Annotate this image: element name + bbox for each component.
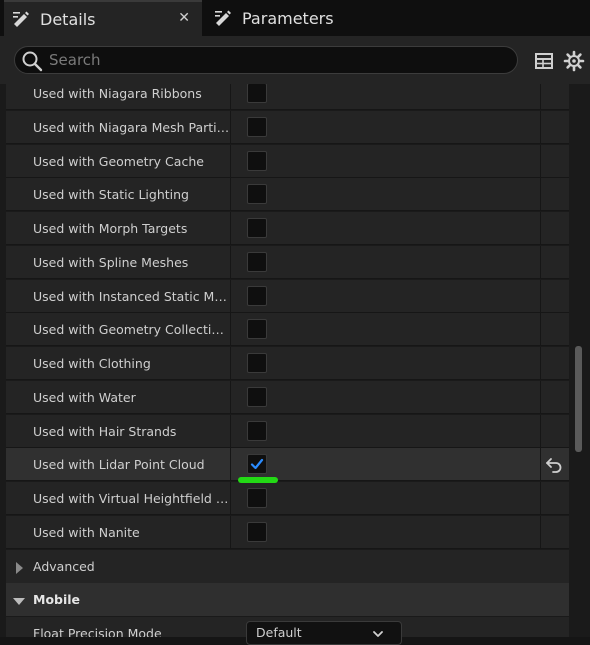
column-divider xyxy=(540,84,541,109)
column-divider xyxy=(540,246,541,278)
property-label: Used with Hair Strands xyxy=(33,424,177,439)
scrollbar-thumb[interactable] xyxy=(575,346,582,452)
property-label: Used with Nanite xyxy=(33,525,140,540)
property-checkbox[interactable] xyxy=(247,252,267,272)
column-divider xyxy=(540,415,541,447)
column-divider xyxy=(230,178,231,210)
property-row: Used with Geometry Cache xyxy=(6,145,569,178)
tab-bar: Details ✕ Parameters xyxy=(0,0,590,36)
property-label: Used with Clothing xyxy=(33,356,151,371)
property-label: Used with Geometry Cache xyxy=(33,154,204,169)
section-advanced-label: Advanced xyxy=(33,559,95,574)
property-row: Used with Virtual Heightfield Mesh xyxy=(6,482,569,515)
property-label: Used with Niagara Mesh Particles xyxy=(33,120,231,135)
column-divider xyxy=(230,347,231,379)
column-divider xyxy=(230,84,231,109)
pencil-icon xyxy=(10,8,32,30)
tab-details[interactable]: Details ✕ xyxy=(4,0,202,36)
column-divider xyxy=(230,482,231,514)
property-checkbox[interactable] xyxy=(247,319,267,339)
property-label: Used with Instanced Static Mes... xyxy=(33,289,231,304)
section-mobile[interactable]: Mobile xyxy=(6,583,569,616)
property-row: Used with Spline Meshes xyxy=(6,246,569,279)
column-divider xyxy=(540,178,541,210)
column-divider xyxy=(540,313,541,345)
property-label: Used with Static Lighting xyxy=(33,187,189,202)
property-checkbox[interactable] xyxy=(247,84,267,103)
search-icon xyxy=(21,50,43,72)
column-divider xyxy=(230,313,231,345)
property-row: Used with Instanced Static Mes... xyxy=(6,280,569,313)
property-label: Used with Niagara Ribbons xyxy=(33,86,202,101)
property-label: Used with Morph Targets xyxy=(33,221,188,236)
highlight-underline-marker xyxy=(238,477,278,483)
column-divider xyxy=(540,448,541,480)
property-checkbox[interactable] xyxy=(247,286,267,306)
float-precision-dropdown[interactable]: Default xyxy=(246,621,402,645)
property-label: Float Precision Mode xyxy=(33,626,162,637)
property-row: Used with Static Lighting xyxy=(6,178,569,211)
gear-icon[interactable] xyxy=(563,50,585,72)
column-divider xyxy=(540,212,541,244)
property-checkbox[interactable] xyxy=(247,151,267,171)
table-view-icon[interactable] xyxy=(534,51,554,71)
column-divider xyxy=(540,145,541,177)
column-divider xyxy=(230,111,231,143)
column-divider xyxy=(230,246,231,278)
chevron-down-icon xyxy=(373,631,383,637)
property-label: Used with Spline Meshes xyxy=(33,255,189,270)
column-divider xyxy=(230,212,231,244)
pencil-icon xyxy=(212,7,234,29)
property-row: Used with Hair Strands xyxy=(6,415,569,448)
property-row: Used with Geometry Collections xyxy=(6,313,569,346)
dropdown-value: Default xyxy=(256,625,302,640)
reset-arrow-icon[interactable] xyxy=(545,455,563,473)
property-row-selected: Used with Lidar Point Cloud xyxy=(6,448,569,481)
property-checkbox[interactable] xyxy=(247,218,267,238)
section-advanced[interactable]: Advanced xyxy=(6,550,569,583)
column-divider xyxy=(540,482,541,514)
column-divider xyxy=(540,280,541,312)
column-divider xyxy=(540,381,541,413)
property-row: Used with Niagara Mesh Particles xyxy=(6,111,569,144)
property-row: Used with Clothing xyxy=(6,347,569,380)
expand-arrow-icon xyxy=(12,560,26,574)
property-checkbox-checked[interactable] xyxy=(247,454,267,474)
search-row xyxy=(0,36,590,84)
tab-parameters[interactable]: Parameters xyxy=(206,0,406,36)
property-row: Used with Niagara Ribbons xyxy=(6,84,569,110)
column-divider xyxy=(540,111,541,143)
column-divider xyxy=(540,347,541,379)
property-checkbox[interactable] xyxy=(247,387,267,407)
property-checkbox[interactable] xyxy=(247,421,267,441)
collapse-arrow-icon xyxy=(12,593,26,607)
details-panel: Used with Niagara Ribbons Used with Niag… xyxy=(0,84,590,637)
checkmark-icon xyxy=(250,458,264,470)
property-checkbox[interactable] xyxy=(247,522,267,542)
property-checkbox[interactable] xyxy=(247,184,267,204)
property-row: Used with Morph Targets xyxy=(6,212,569,245)
column-divider xyxy=(230,516,231,548)
tab-details-label: Details xyxy=(40,9,96,29)
column-divider xyxy=(230,448,231,480)
tab-parameters-label: Parameters xyxy=(242,8,334,28)
property-row: Used with Water xyxy=(6,381,569,414)
property-label: Used with Lidar Point Cloud xyxy=(33,457,205,472)
column-divider xyxy=(230,415,231,447)
column-divider xyxy=(540,516,541,548)
property-checkbox[interactable] xyxy=(247,117,267,137)
column-divider xyxy=(230,145,231,177)
property-checkbox[interactable] xyxy=(247,488,267,508)
property-label: Used with Water xyxy=(33,390,136,405)
search-box[interactable] xyxy=(14,46,518,74)
column-divider xyxy=(230,381,231,413)
property-label: Used with Virtual Heightfield Mesh xyxy=(33,491,231,506)
property-row: Used with Nanite xyxy=(6,516,569,549)
close-icon[interactable]: ✕ xyxy=(178,10,190,26)
search-input[interactable] xyxy=(49,49,489,71)
property-checkbox[interactable] xyxy=(247,353,267,373)
property-label: Used with Geometry Collections xyxy=(33,322,231,337)
column-divider xyxy=(230,280,231,312)
section-mobile-label: Mobile xyxy=(33,592,81,607)
